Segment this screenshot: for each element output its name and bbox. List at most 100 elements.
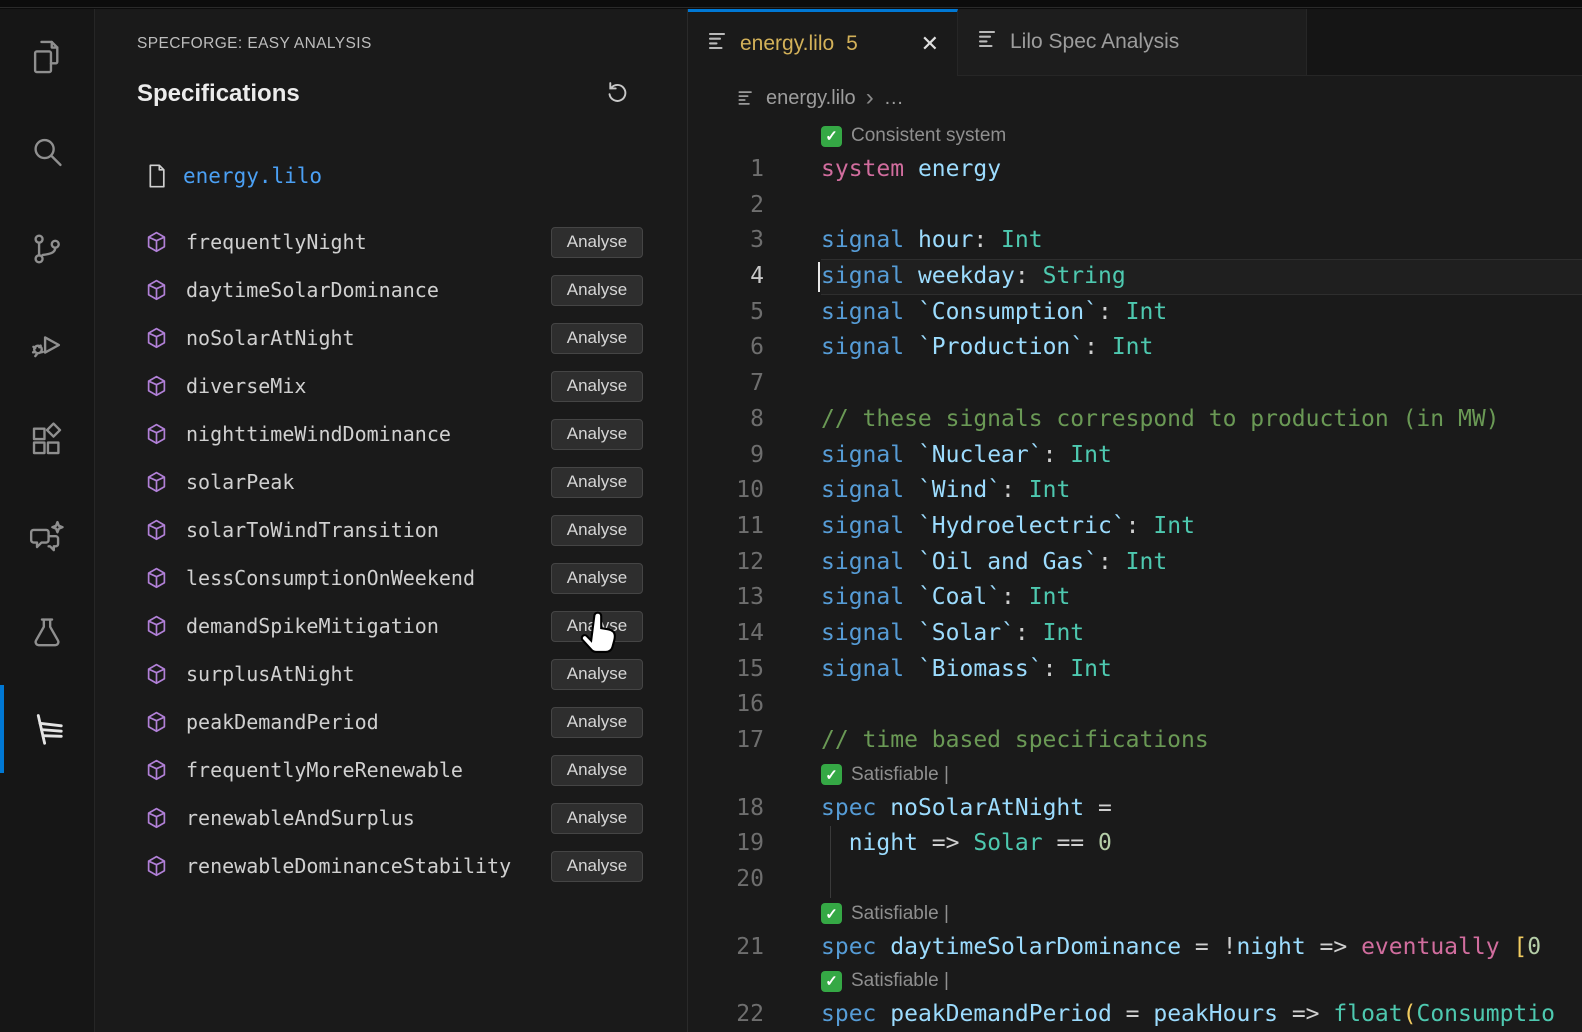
code-lens[interactable]: ✓Consistent system (688, 120, 1582, 152)
analyse-button[interactable]: Analyse (551, 227, 643, 258)
lilo-file-icon (736, 88, 756, 108)
code-line[interactable]: 6signal `Production`: Int (688, 330, 1582, 366)
spec-item: frequentlyMoreRenewable Analyse (95, 746, 687, 794)
analyse-button[interactable]: Analyse (551, 275, 643, 306)
tab-label: Lilo Spec Analysis (1010, 30, 1179, 54)
line-content: // these signals correspond to productio… (821, 402, 1582, 438)
line-number: 17 (688, 723, 764, 759)
analyse-button[interactable]: Analyse (551, 371, 643, 402)
tab-bar: energy.lilo 5 ✕ Lilo Spec Analysis (688, 9, 1582, 76)
tab-label: energy.lilo (740, 32, 834, 56)
code-line[interactable]: 2 (688, 188, 1582, 224)
code-lens[interactable]: ✓Satisfiable | (688, 759, 1582, 791)
line-content (821, 862, 1582, 898)
spec-list: frequentlyNightAnalysedaytimeSolarDomina… (95, 218, 687, 890)
run-debug-icon[interactable] (0, 297, 94, 393)
spec-name: frequentlyNight (186, 230, 367, 254)
code-area[interactable]: ✓Consistent system1system energy23signal… (688, 120, 1582, 1032)
code-line[interactable]: 7 (688, 366, 1582, 402)
spec-name: nighttimeWindDominance (186, 422, 451, 446)
code-lens[interactable]: ✓Satisfiable | (688, 965, 1582, 997)
symbol-cube-icon (143, 277, 170, 304)
line-content: spec daytimeSolarDominance = !night => e… (821, 930, 1582, 966)
refresh-button[interactable] (604, 79, 631, 109)
analyse-button[interactable]: Analyse (551, 659, 643, 690)
spec-item: solarToWindTransitionAnalyse (95, 506, 687, 554)
code-line[interactable]: 9signal `Nuclear`: Int (688, 438, 1582, 474)
analyse-button[interactable]: Analyse (551, 851, 643, 882)
code-line[interactable]: 10signal `Wind`: Int (688, 473, 1582, 509)
line-number: 9 (688, 438, 764, 474)
spec-name: renewableDominanceStability (186, 854, 511, 878)
spec-name: diverseMix (186, 374, 306, 398)
analyse-button[interactable]: Analyse (551, 563, 643, 594)
search-icon[interactable] (0, 105, 94, 201)
code-line[interactable]: 21spec daytimeSolarDominance = !night =>… (688, 930, 1582, 966)
line-number: 19 (688, 826, 764, 862)
spec-item: nighttimeWindDominance Analyse (95, 410, 687, 458)
extensions-icon[interactable] (0, 393, 94, 489)
analyse-button[interactable]: Analyse (551, 467, 643, 498)
analyse-button[interactable]: Analyse (551, 803, 643, 834)
spec-item: lessConsumptionOnWeekend Analyse (95, 554, 687, 602)
code-line[interactable]: 15signal `Biomass`: Int (688, 652, 1582, 688)
code-line[interactable]: 14signal `Solar`: Int (688, 616, 1582, 652)
line-number: 18 (688, 791, 764, 827)
code-line[interactable]: 5signal `Consumption`: Int (688, 295, 1582, 331)
code-line[interactable]: 19 night => Solar == 0 (688, 826, 1582, 862)
file-item[interactable]: energy.lilo (95, 159, 687, 193)
close-icon[interactable]: ✕ (921, 31, 939, 57)
spec-name: frequentlyMoreRenewable (186, 758, 463, 782)
code-line[interactable]: 8// these signals correspond to producti… (688, 402, 1582, 438)
tab-lilo-spec-analysis[interactable]: Lilo Spec Analysis (958, 9, 1307, 75)
testing-beaker-icon[interactable] (0, 585, 94, 681)
code-line[interactable]: 3signal hour: Int (688, 223, 1582, 259)
specforge-icon[interactable] (0, 681, 94, 777)
code-line[interactable]: 1system energy (688, 152, 1582, 188)
analyse-button[interactable]: Analyse (551, 611, 643, 642)
breadcrumb-file[interactable]: energy.lilo (766, 87, 856, 110)
source-control-icon[interactable] (0, 201, 94, 297)
breadcrumb-more[interactable]: … (884, 87, 904, 110)
chat-sparkle-icon[interactable] (0, 489, 94, 585)
code-lens-text[interactable]: Satisfiable | (851, 970, 949, 992)
line-content: signal `Wind`: Int (821, 473, 1582, 509)
titlebar-bottom-strip (0, 0, 1582, 8)
analyse-button[interactable]: Analyse (551, 419, 643, 450)
code-lens-text[interactable]: Satisfiable | (851, 764, 949, 786)
code-line[interactable]: 22spec peakDemandPeriod = peakHours => f… (688, 997, 1582, 1032)
code-line[interactable]: 4signal weekday: String (688, 259, 1582, 295)
symbol-cube-icon (143, 709, 170, 736)
spec-item: frequentlyNight Analyse (95, 218, 687, 266)
line-content: night => Solar == 0 (821, 826, 1582, 862)
code-line[interactable]: 12signal `Oil and Gas`: Int (688, 545, 1582, 581)
code-line[interactable]: 20 (688, 862, 1582, 898)
code-line[interactable]: 16 (688, 687, 1582, 723)
analyse-button[interactable]: Analyse (551, 755, 643, 786)
symbol-cube-icon (143, 373, 170, 400)
line-number: 16 (688, 687, 764, 723)
code-lens-text[interactable]: Consistent system (851, 125, 1006, 147)
code-lens-text[interactable]: Satisfiable | (851, 903, 949, 925)
line-number: 13 (688, 580, 764, 616)
indent-guide (830, 862, 831, 898)
analyse-button[interactable]: Analyse (551, 707, 643, 738)
check-icon: ✓ (821, 903, 842, 924)
tab-energy-lilo[interactable]: energy.lilo 5 ✕ (688, 9, 958, 76)
code-lens[interactable]: ✓ Satisfiable | (688, 898, 1582, 930)
line-content: signal `Coal`: Int (821, 580, 1582, 616)
spec-name: lessConsumptionOnWeekend (186, 566, 475, 590)
line-content (821, 687, 1582, 723)
code-line[interactable]: 18spec noSolarAtNight = (688, 791, 1582, 827)
line-content: signal `Oil and Gas`: Int (821, 545, 1582, 581)
code-line[interactable]: 13 signal `Coal`: Int (688, 580, 1582, 616)
code-line[interactable]: 17// time based specifications (688, 723, 1582, 759)
spec-item: peakDemandPeriodAnalyse (95, 698, 687, 746)
chevron-right-icon: › (866, 84, 874, 112)
analyse-button[interactable]: Analyse (551, 515, 643, 546)
code-line[interactable]: 11signal `Hydroelectric`: Int (688, 509, 1582, 545)
explorer-files-icon[interactable] (0, 9, 94, 105)
line-number: 22 (688, 997, 764, 1032)
analyse-button[interactable]: Analyse (551, 323, 643, 354)
breadcrumb[interactable]: energy.lilo › … (688, 76, 1582, 120)
